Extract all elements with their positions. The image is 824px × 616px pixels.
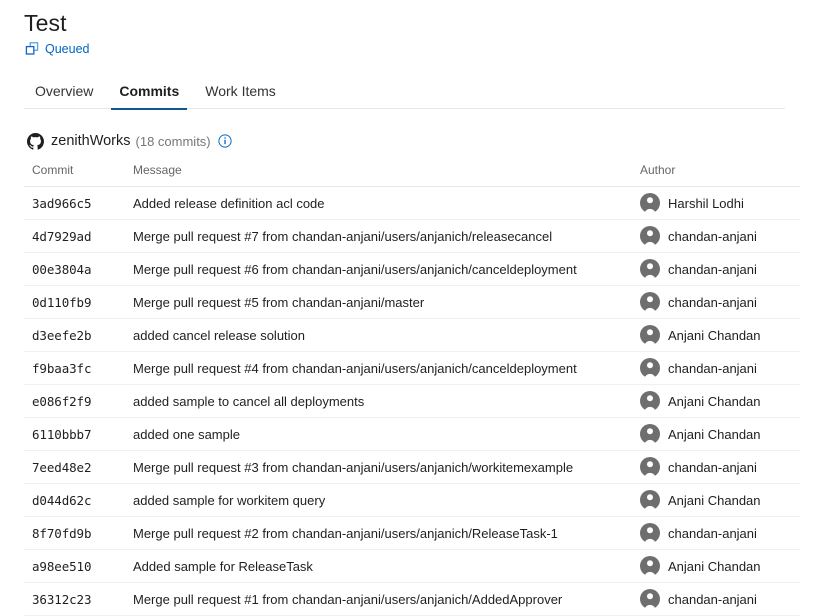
tab-bar: Overview Commits Work Items — [24, 76, 785, 109]
tab-commits[interactable]: Commits — [119, 76, 179, 109]
table-row[interactable]: 00e3804a Merge pull request #6 from chan… — [24, 253, 800, 286]
table-row[interactable]: e086f2f9 added sample to cancel all depl… — [24, 385, 800, 418]
commit-author: chandan-anjani — [640, 220, 800, 253]
commit-author: chandan-anjani — [640, 253, 800, 286]
info-circle-icon[interactable] — [218, 134, 233, 149]
commit-hash[interactable]: f9baa3fc — [24, 352, 133, 385]
commit-hash[interactable]: 0d110fb9 — [24, 286, 133, 319]
column-header-commit: Commit — [24, 163, 133, 187]
tab-overview[interactable]: Overview — [35, 76, 93, 109]
queue-stack-icon — [24, 41, 40, 57]
column-header-author: Author — [640, 163, 800, 187]
table-row[interactable]: d044d62c added sample for workitem query… — [24, 484, 800, 517]
commit-message: Merge pull request #4 from chandan-anjan… — [133, 352, 640, 385]
avatar — [640, 457, 660, 477]
table-row[interactable]: f9baa3fc Merge pull request #4 from chan… — [24, 352, 800, 385]
commit-author: chandan-anjani — [640, 352, 800, 385]
commit-author: chandan-anjani — [640, 517, 800, 550]
commit-hash[interactable]: 6110bbb7 — [24, 418, 133, 451]
build-details-page: Test Queued Overview Commits Work Items … — [0, 0, 824, 616]
page-title: Test — [24, 0, 824, 37]
commit-message: Merge pull request #3 from chandan-anjan… — [133, 451, 640, 484]
build-status-label: Queued — [45, 41, 89, 57]
author-name: Harshil Lodhi — [668, 196, 744, 211]
commit-message: Merge pull request #6 from chandan-anjan… — [133, 253, 640, 286]
author-name: Anjani Chandan — [668, 559, 761, 574]
commit-hash[interactable]: 00e3804a — [24, 253, 133, 286]
commit-message: Merge pull request #7 from chandan-anjan… — [133, 220, 640, 253]
commit-author: Harshil Lodhi — [640, 187, 800, 220]
avatar — [640, 490, 660, 510]
commit-count: (18 commits) — [136, 134, 211, 149]
commit-author: Anjani Chandan — [640, 385, 800, 418]
table-header-row: Commit Message Author — [24, 163, 800, 187]
table-row[interactable]: 3ad966c5 Added release definition acl co… — [24, 187, 800, 220]
table-row[interactable]: a98ee510 Added sample for ReleaseTask An… — [24, 550, 800, 583]
author-name: chandan-anjani — [668, 361, 757, 376]
author-name: Anjani Chandan — [668, 394, 761, 409]
commit-author: chandan-anjani — [640, 451, 800, 484]
avatar — [640, 292, 660, 312]
author-name: Anjani Chandan — [668, 427, 761, 442]
avatar — [640, 589, 660, 609]
avatar — [640, 325, 660, 345]
avatar — [640, 193, 660, 213]
commit-hash[interactable]: e086f2f9 — [24, 385, 133, 418]
avatar — [640, 259, 660, 279]
table-row[interactable]: 7eed48e2 Merge pull request #3 from chan… — [24, 451, 800, 484]
commits-table: Commit Message Author 3ad966c5 Added rel… — [24, 163, 800, 616]
table-row[interactable]: 8f70fd9b Merge pull request #2 from chan… — [24, 517, 800, 550]
table-row[interactable]: d3eefe2b added cancel release solution A… — [24, 319, 800, 352]
commit-message: Merge pull request #5 from chandan-anjan… — [133, 286, 640, 319]
commit-author: Anjani Chandan — [640, 319, 800, 352]
author-name: chandan-anjani — [668, 295, 757, 310]
author-name: chandan-anjani — [668, 460, 757, 475]
commit-author: Anjani Chandan — [640, 484, 800, 517]
author-name: chandan-anjani — [668, 526, 757, 541]
table-row[interactable]: 6110bbb7 added one sample Anjani Chandan — [24, 418, 800, 451]
repository-summary: zenithWorks (18 commits) — [24, 130, 824, 152]
commit-hash[interactable]: 4d7929ad — [24, 220, 133, 253]
commit-message: added one sample — [133, 418, 640, 451]
author-name: chandan-anjani — [668, 592, 757, 607]
avatar — [640, 523, 660, 543]
commit-hash[interactable]: a98ee510 — [24, 550, 133, 583]
commit-hash[interactable]: d044d62c — [24, 484, 133, 517]
table-row[interactable]: 36312c23 Merge pull request #1 from chan… — [24, 583, 800, 616]
column-header-message: Message — [133, 163, 640, 187]
commit-message: Added release definition acl code — [133, 187, 640, 220]
tab-work-items[interactable]: Work Items — [205, 76, 276, 109]
author-name: Anjani Chandan — [668, 493, 761, 508]
table-row[interactable]: 4d7929ad Merge pull request #7 from chan… — [24, 220, 800, 253]
github-icon — [26, 132, 44, 150]
commit-message: added cancel release solution — [133, 319, 640, 352]
author-name: chandan-anjani — [668, 229, 757, 244]
commit-hash[interactable]: d3eefe2b — [24, 319, 133, 352]
commits-table-body: 3ad966c5 Added release definition acl co… — [24, 187, 800, 616]
avatar — [640, 358, 660, 378]
avatar — [640, 391, 660, 411]
commit-message: Added sample for ReleaseTask — [133, 550, 640, 583]
build-status[interactable]: Queued — [24, 40, 824, 58]
avatar — [640, 424, 660, 444]
commit-message: Merge pull request #1 from chandan-anjan… — [133, 583, 640, 616]
avatar — [640, 226, 660, 246]
repository-name[interactable]: zenithWorks — [51, 133, 131, 149]
commit-author: chandan-anjani — [640, 286, 800, 319]
commit-hash[interactable]: 36312c23 — [24, 583, 133, 616]
commit-hash[interactable]: 8f70fd9b — [24, 517, 133, 550]
commit-message: added sample to cancel all deployments — [133, 385, 640, 418]
author-name: Anjani Chandan — [668, 328, 761, 343]
commit-message: added sample for workitem query — [133, 484, 640, 517]
commit-message: Merge pull request #2 from chandan-anjan… — [133, 517, 640, 550]
author-name: chandan-anjani — [668, 262, 757, 277]
commit-author: chandan-anjani — [640, 583, 800, 616]
commit-author: Anjani Chandan — [640, 550, 800, 583]
commit-author: Anjani Chandan — [640, 418, 800, 451]
avatar — [640, 556, 660, 576]
table-row[interactable]: 0d110fb9 Merge pull request #5 from chan… — [24, 286, 800, 319]
commit-hash[interactable]: 3ad966c5 — [24, 187, 133, 220]
commit-hash[interactable]: 7eed48e2 — [24, 451, 133, 484]
